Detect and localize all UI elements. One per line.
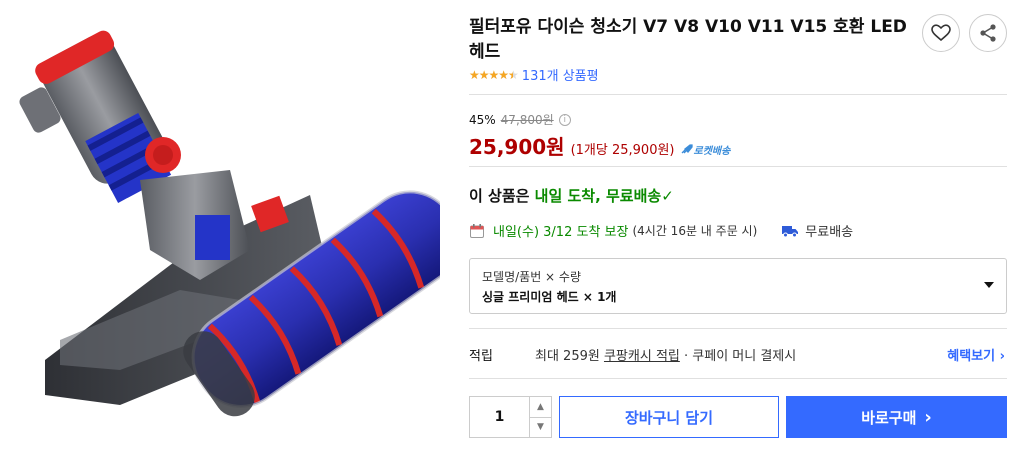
share-icon	[980, 24, 996, 42]
add-to-cart-button[interactable]: 장바구니 담기	[559, 396, 779, 438]
delivery-info: 내일(수) 3/12 도착 보장 (4시간 16분 내 주문 시) 무료배송	[469, 221, 853, 240]
price-block: 45% 47,800원 i 25,900원 (1개당 25,900원) 로켓배송	[469, 111, 730, 160]
benefit-link[interactable]: 혜택보기 ›	[947, 345, 1005, 364]
wishlist-button[interactable]	[922, 14, 960, 52]
share-button[interactable]	[969, 14, 1007, 52]
reward-amount: 최대 259원	[535, 349, 604, 364]
chevron-right-icon: ›	[924, 406, 932, 428]
option-select[interactable]: 모델명/품번 × 수량 싱글 프리미엄 헤드 × 1개	[469, 258, 1007, 314]
unit-price: (1개당 25,900원)	[570, 143, 675, 158]
buy-now-label: 바로구매	[861, 408, 917, 427]
quantity-up-icon[interactable]: ▲	[530, 397, 551, 417]
sale-price: 25,900원	[469, 135, 565, 159]
calendar-icon	[470, 223, 484, 238]
reward-condition: · 쿠페이 머니 결제시	[679, 349, 797, 364]
vacuum-head-image	[19, 30, 460, 417]
action-buttons	[922, 14, 1007, 52]
delivery-cutoff: (4시간 16분 내 주문 시)	[632, 224, 758, 238]
arrival-headline: 이 상품은 내일 도착, 무료배송✓	[469, 185, 674, 206]
rating-summary[interactable]: ★★★★★ ★★★★★ 131개 상품평	[469, 65, 599, 85]
caret-down-icon	[984, 282, 994, 288]
review-count-link[interactable]: 131개 상품평	[522, 65, 599, 84]
rocket-label: 로켓배송	[693, 145, 731, 157]
product-image[interactable]	[0, 0, 460, 450]
reward-label: 적립	[469, 349, 493, 364]
original-price: 47,800원	[500, 113, 554, 127]
check-icon: ✓	[661, 187, 674, 205]
delivery-date: 내일(수) 3/12 도착 보장	[493, 225, 629, 240]
discount-rate: 45%	[469, 112, 496, 127]
truck-icon	[782, 225, 799, 237]
info-icon[interactable]: i	[558, 113, 571, 126]
buy-now-button[interactable]: 바로구매 ›	[786, 396, 1007, 438]
product-info-panel: 필터포유 다이슨 청소기 V7 V8 V10 V11 V15 호환 LED 헤드…	[469, 0, 1007, 450]
arrival-prefix: 이 상품은	[469, 187, 535, 205]
reward-row: 적립 최대 259원 쿠팡캐시 적립 · 쿠페이 머니 결제시 혜택보기 ›	[469, 345, 1007, 364]
quantity-stepper[interactable]: 1 ▲ ▼	[469, 396, 552, 438]
reward-text: 최대 259원 쿠팡캐시 적립 · 쿠페이 머니 결제시	[535, 345, 796, 364]
rocket-delivery-badge: 로켓배송	[681, 142, 731, 157]
option-value: 싱글 프리미엄 헤드 × 1개	[482, 290, 617, 304]
rocket-icon	[681, 144, 693, 154]
quantity-down-icon[interactable]: ▼	[530, 416, 551, 438]
divider	[469, 94, 1007, 95]
purchase-row: 1 ▲ ▼ 장바구니 담기 바로구매 ›	[469, 396, 1007, 438]
product-title: 필터포유 다이슨 청소기 V7 V8 V10 V11 V15 호환 LED 헤드	[469, 17, 907, 62]
free-shipping-label: 무료배송	[805, 225, 854, 240]
divider	[469, 328, 1007, 329]
divider	[469, 378, 1007, 379]
quantity-input[interactable]: 1	[470, 397, 529, 437]
arrival-highlight: 내일 도착, 무료배송	[534, 187, 662, 205]
star-rating: ★★★★★ ★★★★★	[469, 67, 519, 82]
coupang-cash-link[interactable]: 쿠팡캐시 적립	[604, 349, 680, 364]
option-label: 모델명/품번 × 수량	[482, 270, 582, 284]
divider	[469, 166, 1007, 167]
heart-icon	[931, 24, 951, 42]
free-shipping: 무료배송	[781, 221, 853, 240]
